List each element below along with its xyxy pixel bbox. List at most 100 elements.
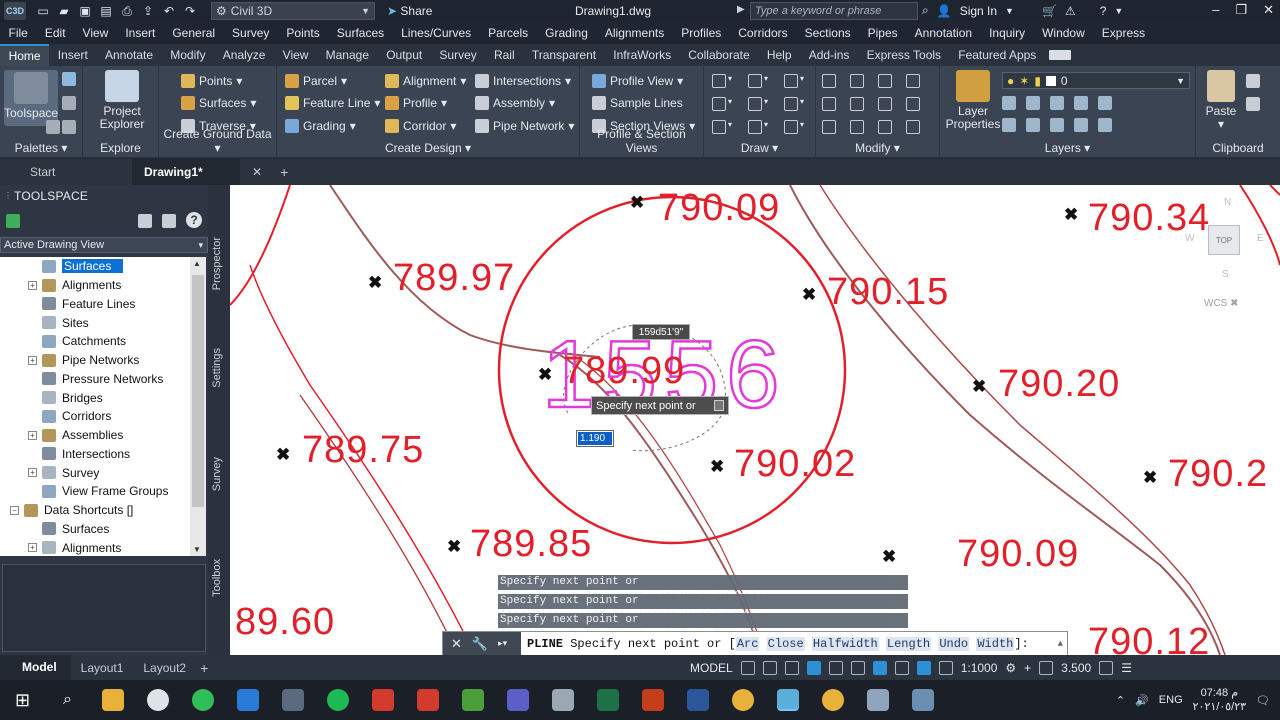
draw-label[interactable]: Draw ▾ bbox=[704, 141, 815, 155]
tab-express-tools[interactable]: Express Tools bbox=[858, 44, 950, 66]
assembly-button[interactable]: Assembly ▾ bbox=[475, 96, 555, 110]
tree-item-bridges[interactable]: Bridges bbox=[0, 388, 190, 407]
teams-icon[interactable] bbox=[506, 689, 529, 711]
notes-icon[interactable] bbox=[911, 689, 934, 711]
g-app-icon[interactable] bbox=[461, 689, 484, 711]
elevation-label[interactable]: 790.15 bbox=[827, 271, 949, 314]
command-option-undo[interactable]: Undo bbox=[938, 636, 970, 651]
expand-icon[interactable]: + bbox=[28, 355, 37, 365]
chrome-icon[interactable] bbox=[731, 689, 754, 711]
tab-output[interactable]: Output bbox=[378, 44, 431, 66]
mail-icon[interactable] bbox=[236, 689, 259, 711]
tab-featured-apps[interactable]: Featured Apps bbox=[950, 44, 1045, 66]
close-icon[interactable]: ✕ bbox=[451, 636, 462, 652]
tab-infraworks[interactable]: InfraWorks bbox=[605, 44, 680, 66]
prospector-tab-icon[interactable] bbox=[6, 214, 20, 228]
tree-item-sites[interactable]: Sites bbox=[0, 313, 190, 332]
plot-icon[interactable]: ⎙ bbox=[120, 4, 134, 18]
gear-icon[interactable]: ⚙ bbox=[1005, 661, 1016, 675]
open-icon[interactable]: ▰ bbox=[57, 4, 71, 18]
fillet-icon[interactable] bbox=[878, 97, 892, 111]
surfaces-button[interactable]: Surfaces ▾ bbox=[181, 96, 256, 110]
isodraft-icon[interactable] bbox=[828, 661, 843, 675]
expand-icon[interactable]: + bbox=[28, 430, 37, 440]
menu-surfaces[interactable]: Surfaces bbox=[328, 26, 392, 40]
elevation-label[interactable]: 789.75 bbox=[302, 429, 424, 472]
tree-item-data-shortcuts[interactable]: − Data Shortcuts [] bbox=[0, 501, 190, 520]
search-icon[interactable]: ⌕ bbox=[922, 3, 929, 18]
whatsapp-icon[interactable] bbox=[191, 689, 214, 711]
menu-pipes[interactable]: Pipes bbox=[859, 26, 906, 40]
tab-home[interactable]: Home bbox=[0, 44, 50, 66]
stretch-icon[interactable] bbox=[822, 120, 836, 134]
tab-analyze[interactable]: Analyze bbox=[214, 44, 274, 66]
expand-icon[interactable]: + bbox=[28, 468, 37, 478]
layer-tool-icon[interactable] bbox=[1074, 118, 1088, 132]
chevron-down-icon[interactable]: ▼ bbox=[1114, 6, 1123, 16]
tab-transparent[interactable]: Transparent bbox=[523, 44, 604, 66]
tab-annotate[interactable]: Annotate bbox=[96, 44, 161, 66]
elevation-label[interactable]: 790.02 bbox=[734, 443, 856, 486]
windows-start-icon[interactable]: ⊞ bbox=[12, 689, 34, 711]
points-button[interactable]: Points ▾ bbox=[181, 74, 242, 88]
point-marker[interactable]: ✖ bbox=[972, 377, 986, 397]
point-marker[interactable]: ✖ bbox=[538, 365, 552, 385]
tree-item-intersections[interactable]: Intersections bbox=[0, 445, 190, 464]
restore-icon[interactable]: ❐ bbox=[1235, 2, 1247, 18]
tab-start[interactable]: Start bbox=[0, 159, 132, 185]
minimize-icon[interactable]: ‒ bbox=[1212, 2, 1219, 18]
prospector-icon[interactable] bbox=[62, 72, 76, 86]
grid-icon[interactable] bbox=[46, 120, 60, 134]
plus-icon[interactable]: + bbox=[200, 660, 208, 676]
layer-tool-icon[interactable] bbox=[1002, 96, 1016, 110]
polygon-icon[interactable] bbox=[712, 120, 726, 134]
notifications-icon[interactable]: 🗨 bbox=[1256, 694, 1270, 707]
expand-icon[interactable]: + bbox=[28, 280, 37, 290]
command-option-arc[interactable]: Arc bbox=[735, 636, 760, 651]
menu-points[interactable]: Points bbox=[278, 26, 328, 40]
mirror-icon[interactable] bbox=[850, 97, 864, 111]
side-tab-settings[interactable]: Settings bbox=[211, 348, 223, 388]
properties-icon[interactable] bbox=[62, 96, 76, 110]
tree-item-catchments[interactable]: Catchments bbox=[0, 332, 190, 351]
spline-icon[interactable] bbox=[712, 97, 726, 111]
scroll-thumb[interactable] bbox=[192, 275, 204, 507]
intersections-button[interactable]: Intersections ▾ bbox=[475, 74, 571, 88]
wrench-icon[interactable]: 🔧 bbox=[472, 636, 488, 652]
fullscreen-icon[interactable] bbox=[1099, 661, 1114, 675]
menu-lines-curves[interactable]: Lines/Curves bbox=[393, 26, 480, 40]
alignment-button[interactable]: Alignment ▾ bbox=[385, 74, 466, 88]
side-tab-toolbox[interactable]: Toolbox bbox=[211, 559, 223, 597]
menu-insert[interactable]: Insert bbox=[117, 26, 164, 40]
polar-icon[interactable] bbox=[806, 661, 821, 675]
elevation-label[interactable]: 790.09 bbox=[957, 533, 1079, 576]
chevron-down-icon[interactable]: ▾ bbox=[800, 97, 804, 106]
tab-layout1[interactable]: Layout1 bbox=[71, 661, 134, 675]
ribbon-toggle-icon[interactable] bbox=[1048, 50, 1071, 60]
sample-lines-button[interactable]: Sample Lines bbox=[592, 96, 683, 110]
elevation-label[interactable]: 790.09 bbox=[658, 187, 780, 230]
command-line[interactable]: ✕ 🔧 ▸▾ PLINE Specify next point or [Arc … bbox=[442, 631, 1068, 656]
tree-item-survey[interactable]: + Survey bbox=[0, 463, 190, 482]
layer-tool-icon[interactable] bbox=[1098, 96, 1112, 110]
drawing-canvas[interactable]: 1556 790.09 ✖ 790.34 ✖ 789.97 ✖ 790.15 ✖ 789.99 ✖… bbox=[230, 185, 1280, 655]
hatch-icon[interactable] bbox=[784, 120, 798, 134]
new-icon[interactable]: ▭ bbox=[36, 4, 50, 18]
ortho-icon[interactable] bbox=[784, 661, 799, 675]
elevation-label[interactable]: 89.60 bbox=[235, 601, 335, 644]
scale-icon[interactable] bbox=[850, 120, 864, 134]
ellipse-icon[interactable] bbox=[748, 120, 762, 134]
feature-line-button[interactable]: Feature Line ▾ bbox=[285, 96, 380, 110]
tab-view[interactable]: View bbox=[274, 44, 317, 66]
chevron-down-icon[interactable]: ▾ bbox=[764, 74, 768, 83]
calculator-icon[interactable] bbox=[281, 689, 304, 711]
elevation-label[interactable]: 789.99 bbox=[563, 350, 685, 393]
offset-icon[interactable] bbox=[906, 120, 920, 134]
tab-insert[interactable]: Insert bbox=[49, 44, 96, 66]
menu-window[interactable]: Window bbox=[1034, 26, 1094, 40]
tree-item-pipe-networks[interactable]: + Pipe Networks bbox=[0, 351, 190, 370]
point-marker[interactable]: ✖ bbox=[630, 193, 644, 213]
circle-icon[interactable] bbox=[748, 97, 762, 111]
side-tab-survey[interactable]: Survey bbox=[211, 457, 223, 491]
grip-icon[interactable]: ⋮ bbox=[4, 191, 12, 200]
